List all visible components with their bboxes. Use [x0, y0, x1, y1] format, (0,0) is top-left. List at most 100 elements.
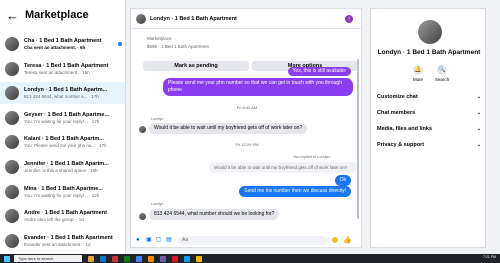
quoted-message[interactable]: Would it be able to wait until my boyfri… [209, 162, 357, 173]
outgoing-message[interactable]: Send me his number then we discuss direc… [239, 186, 351, 197]
listing-card[interactable]: Marketplace $595 · 1 Bed 1 Bath Apartmen… [145, 36, 245, 58]
outgoing-message[interactable]: Yes, this is still available [287, 67, 351, 76]
conversation-preview: Andre Ideo left the group. · 1d [24, 217, 84, 223]
conversation-text: Evander · 1 Bed 1 Bath Apartment Evander … [24, 234, 125, 247]
app-icon[interactable] [112, 255, 118, 262]
chat-header: Londyn · 1 Bed 1 Bath Apartment i [131, 9, 361, 29]
section-media-files-links[interactable]: Media, files and links ⌄ [377, 126, 481, 132]
reply-label: You replied to Londyn [293, 155, 330, 159]
section-chat-members[interactable]: Chat members ⌄ [377, 110, 481, 116]
mark-as-pending-button[interactable]: Mark as pending [143, 61, 249, 71]
conversation-text: Kalani · 1 Bed 1 Bath Apartm... You: Plea… [24, 136, 125, 148]
image-icon[interactable]: ▣ [146, 237, 152, 243]
avatar [5, 160, 19, 174]
conversation-name: Andre · 1 Bed 1 Bath Apartment [24, 210, 107, 217]
sender-name: Londyn [151, 117, 164, 121]
scrollbar[interactable] [357, 59, 359, 219]
conversation-name: Geyser · 1 Bed 1 Bath Apartme... [24, 111, 110, 118]
search-button[interactable]: 🔍 Search [431, 65, 453, 82]
avatar [5, 184, 19, 199]
avatar [5, 209, 19, 224]
conversation-text: Londyn · 1 Bed 1 Bath Apartm... 813 424 6… [24, 87, 125, 100]
conversation-name: Jennifer · 1 Bed 1 Bath Apartm... [24, 161, 109, 167]
conversation-name: Evander · 1 Bed 1 Bath Apartment [24, 234, 113, 241]
avatar [5, 233, 19, 248]
avatar [139, 213, 146, 220]
conversation-text: Geyser · 1 Bed 1 Bath Apartme... You: I'm… [24, 111, 125, 124]
windows-start-icon[interactable] [4, 255, 10, 262]
app-icon[interactable] [172, 255, 178, 262]
app-icon[interactable] [196, 255, 202, 262]
chevron-down-icon: ⌄ [476, 126, 481, 132]
message-input[interactable]: Aa [178, 235, 328, 245]
avatar [5, 61, 19, 76]
conversation-item[interactable]: Jennifer · 1 Bed 1 Bath Apartm... Jennife… [0, 156, 125, 178]
mute-button[interactable]: 🔔 Mute [407, 65, 429, 82]
search-label: Search [434, 77, 450, 82]
avatar[interactable] [418, 20, 442, 44]
microphone-icon[interactable]: ● [136, 237, 142, 243]
chevron-down-icon: ⌄ [476, 142, 481, 148]
avatar[interactable] [136, 13, 146, 24]
section-label: Privacy & support [377, 142, 425, 148]
app-icon[interactable] [148, 255, 154, 262]
listing-label: Marketplace [147, 36, 172, 41]
incoming-message[interactable]: 813 424 6544, what number should we be l… [149, 209, 280, 220]
conversation-name: Londyn · 1 Bed 1 Bath Apartm... [24, 87, 108, 94]
back-arrow-icon[interactable]: ← [6, 8, 19, 23]
file-explorer-icon[interactable] [88, 255, 94, 262]
outgoing-message[interactable]: Ok [334, 175, 351, 186]
conversation-sidebar: ← Marketplace Cha · 1 Bed 1 Bath Apartme… [0, 0, 126, 254]
conversation-preview: Cha sent an attachment. · 6h [24, 45, 86, 50]
outgoing-message[interactable]: Please send me your phn number so that w… [163, 78, 353, 96]
gif-icon[interactable]: ▤ [166, 237, 172, 243]
conversation-text: Cha · 1 Bed 1 Bath Apartment Cha sent an … [24, 38, 118, 50]
taskbar-search-input[interactable]: Type here to search [14, 255, 82, 262]
conversation-name: Cha · 1 Bed 1 Bath Apartment [24, 38, 102, 44]
sender-name: Londyn [151, 202, 164, 206]
conversation-item[interactable]: Kalani · 1 Bed 1 Bath Apartm... You: Plea… [0, 131, 125, 153]
timestamp: Fri 12:29 PM [235, 142, 259, 147]
app-icon[interactable] [160, 255, 166, 262]
clock: 7:21 PM [482, 255, 496, 259]
app-icon[interactable] [184, 255, 190, 262]
conversation-item[interactable]: Evander · 1 Bed 1 Bath Apartment Evander … [0, 230, 125, 252]
conversation-text: Jennifer · 1 Bed 1 Bath Apartm... Jennife… [24, 161, 125, 173]
avatar [5, 86, 19, 101]
conversation-preview: You: I'm waiting for your reply!... · 17… [24, 118, 100, 124]
section-customize-chat[interactable]: Customize chat ⌄ [377, 94, 481, 100]
app-icon[interactable] [124, 255, 130, 262]
sticker-icon[interactable]: ▢ [156, 237, 162, 243]
message-composer: ● ▣ ▢ ▤ Aa 👍 [131, 233, 363, 247]
thumbs-up-icon[interactable]: 👍 [343, 236, 352, 244]
section-privacy-support[interactable]: Privacy & support ⌄ [377, 142, 481, 148]
conversation-preview: Evander sent an attachment. · 1d [24, 241, 91, 247]
conversation-item[interactable]: Andre · 1 Bed 1 Bath Apartment Andre Ideo… [0, 205, 125, 227]
chat-panel: Londyn · 1 Bed 1 Bath Apartment i Market… [130, 8, 362, 248]
conversation-item[interactable]: Londyn · 1 Bed 1 Bath Apartm... 813 424 6… [0, 82, 125, 105]
info-icon[interactable]: i [345, 14, 353, 23]
section-label: Media, files and links [377, 126, 433, 132]
conversation-item[interactable]: Geyser · 1 Bed 1 Bath Apartme... You: I'm… [0, 107, 125, 129]
bell-icon: 🔔 [413, 65, 423, 75]
sidebar-title: Marketplace [25, 9, 89, 21]
conversation-preview: 813 424 6544, what number s... · 17h [24, 94, 99, 100]
conversation-item[interactable]: Mina · 1 Bed 1 Bath Apartme... You: I'm w… [0, 181, 125, 203]
chrome-icon[interactable] [136, 255, 142, 262]
listing-price: $595 · 1 Bed 1 Bath Apartment [147, 44, 209, 49]
section-label: Chat members [377, 110, 416, 116]
conversation-preview: Jennifer: is this a shared space · 19h [24, 168, 98, 173]
conversation-item[interactable]: Teresa · 1 Bed 1 Bath Apartment Teresa se… [0, 58, 125, 80]
conversation-info-panel: Londyn · 1 Bed 1 Bath Apartment 🔔 Mute 🔍… [370, 8, 486, 248]
avatar [5, 37, 19, 51]
conversation-item[interactable]: Cha · 1 Bed 1 Bath Apartment Cha sent an … [0, 33, 125, 55]
avatar [5, 135, 19, 150]
emoji-icon[interactable] [332, 237, 338, 243]
taskbar: Type here to search 7:21 PM [0, 254, 500, 263]
conversation-preview: Teresa sent an attachment. · 16h [24, 69, 90, 75]
edge-icon[interactable] [100, 255, 106, 262]
avatar [5, 110, 19, 125]
chevron-down-icon: ⌄ [476, 110, 481, 116]
chat-title[interactable]: Londyn · 1 Bed 1 Bath Apartment [150, 16, 345, 22]
incoming-message[interactable]: Would it be able to wait until my boyfri… [149, 123, 308, 134]
